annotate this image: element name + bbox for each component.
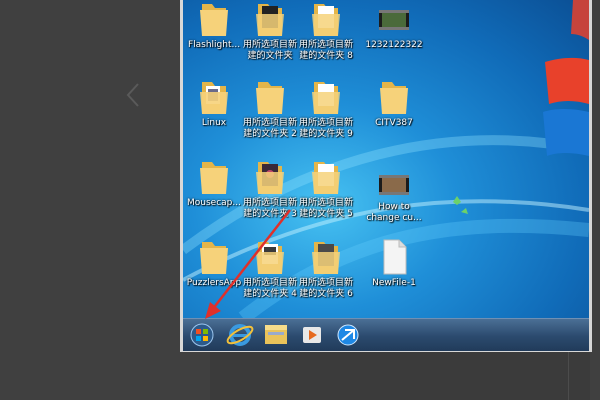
start-orb-icon[interactable] xyxy=(185,322,219,348)
taskbar xyxy=(183,318,589,351)
desktop-icon-how-to-change[interactable]: How to change cu... xyxy=(364,170,424,224)
desktop-icon-new-folder-5[interactable]: 用所选项目新 建的文件夹 5 xyxy=(296,158,356,220)
desktop-icon-label: 用所选项目新 建的文件夹 2 xyxy=(242,118,297,139)
desktop-icon-new-folder-9[interactable]: 用所选项目新 建的文件夹 9 xyxy=(296,78,356,140)
folder-icon xyxy=(200,242,228,274)
desktop-icon-flashlight[interactable]: Flashlight... xyxy=(184,0,244,51)
desktop-icon-label: 用所选项目新 建的文件夹 3 xyxy=(242,198,297,219)
desktop-icon-label: 1232122322 xyxy=(365,40,423,50)
monitor-frame: Flashlight... Linux Mousecap... Puzzlers… xyxy=(180,0,592,352)
desktop-icon-new-folder[interactable]: 用所选项目新 建的文件夹 xyxy=(240,0,300,62)
desktop: Flashlight... Linux Mousecap... Puzzlers… xyxy=(183,0,589,318)
folder-icon xyxy=(256,162,284,194)
folder-icon xyxy=(312,242,340,274)
desktop-icon-label: 用所选项目新 建的文件夹 8 xyxy=(298,40,353,61)
folder-icon xyxy=(380,82,408,114)
chevron-left-icon[interactable] xyxy=(118,80,148,110)
folder-icon xyxy=(312,82,340,114)
windows-logo-icon xyxy=(543,0,589,156)
folder-icon xyxy=(200,162,228,194)
media-player-icon[interactable] xyxy=(295,322,329,348)
folder-icon xyxy=(256,82,284,114)
desktop-icon-label: PuzzlersApp xyxy=(186,278,242,288)
desktop-icon-new-folder-6[interactable]: 用所选项目新 建的文件夹 6 xyxy=(296,238,356,300)
desktop-icon-puzzlersapp[interactable]: PuzzlersApp xyxy=(184,238,244,289)
desktop-icon-new-folder-2[interactable]: 用所选项目新 建的文件夹 2 xyxy=(240,78,300,140)
desktop-icon-label: How to change cu... xyxy=(366,202,422,223)
desktop-icon-label: 用所选项目新 建的文件夹 9 xyxy=(298,118,353,139)
desktop-icon-label: 用所选项目新 建的文件夹 4 xyxy=(242,278,297,299)
network-app-icon[interactable] xyxy=(331,322,365,348)
folder-icon xyxy=(256,242,284,274)
desktop-icon-label: NewFile-1 xyxy=(372,278,416,288)
folder-icon xyxy=(200,4,228,36)
folder-icon xyxy=(312,162,340,194)
desktop-icon-new-folder-4[interactable]: 用所选项目新 建的文件夹 4 xyxy=(240,238,300,300)
windows-explorer-icon[interactable] xyxy=(259,322,293,348)
desktop-icon-mousecap[interactable]: Mousecap... xyxy=(184,158,244,209)
backdrop-panel xyxy=(210,352,590,400)
desktop-icon-newfile-1[interactable]: NewFile-1 xyxy=(364,238,424,289)
video-file-icon xyxy=(379,10,409,30)
leaf-accent-icon xyxy=(453,196,468,214)
desktop-icon-label: 用所选项目新 建的文件夹 xyxy=(242,40,297,61)
folder-icon xyxy=(312,4,340,36)
desktop-icon-label: Linux xyxy=(201,118,227,128)
text-file-icon xyxy=(383,239,407,275)
desktop-icon-linux[interactable]: Linux xyxy=(184,78,244,129)
internet-explorer-icon[interactable] xyxy=(223,322,257,348)
desktop-icon-label: Mousecap... xyxy=(187,198,241,208)
desktop-icon-label: 用所选项目新 建的文件夹 5 xyxy=(298,198,353,219)
video-file-icon xyxy=(379,175,409,195)
desktop-icon-label: CITV387 xyxy=(375,118,413,128)
desktop-icon-citv387[interactable]: CITV387 xyxy=(364,78,424,129)
folder-icon xyxy=(200,82,228,114)
desktop-icon-new-folder-8[interactable]: 用所选项目新 建的文件夹 8 xyxy=(296,0,356,62)
desktop-icon-new-folder-3[interactable]: 用所选项目新 建的文件夹 3 xyxy=(240,158,300,220)
desktop-icon-1232122322[interactable]: 1232122322 xyxy=(364,0,424,51)
desktop-icon-label: Flashlight... xyxy=(187,40,241,50)
folder-icon xyxy=(256,4,284,36)
desktop-icon-label: 用所选项目新 建的文件夹 6 xyxy=(298,278,353,299)
